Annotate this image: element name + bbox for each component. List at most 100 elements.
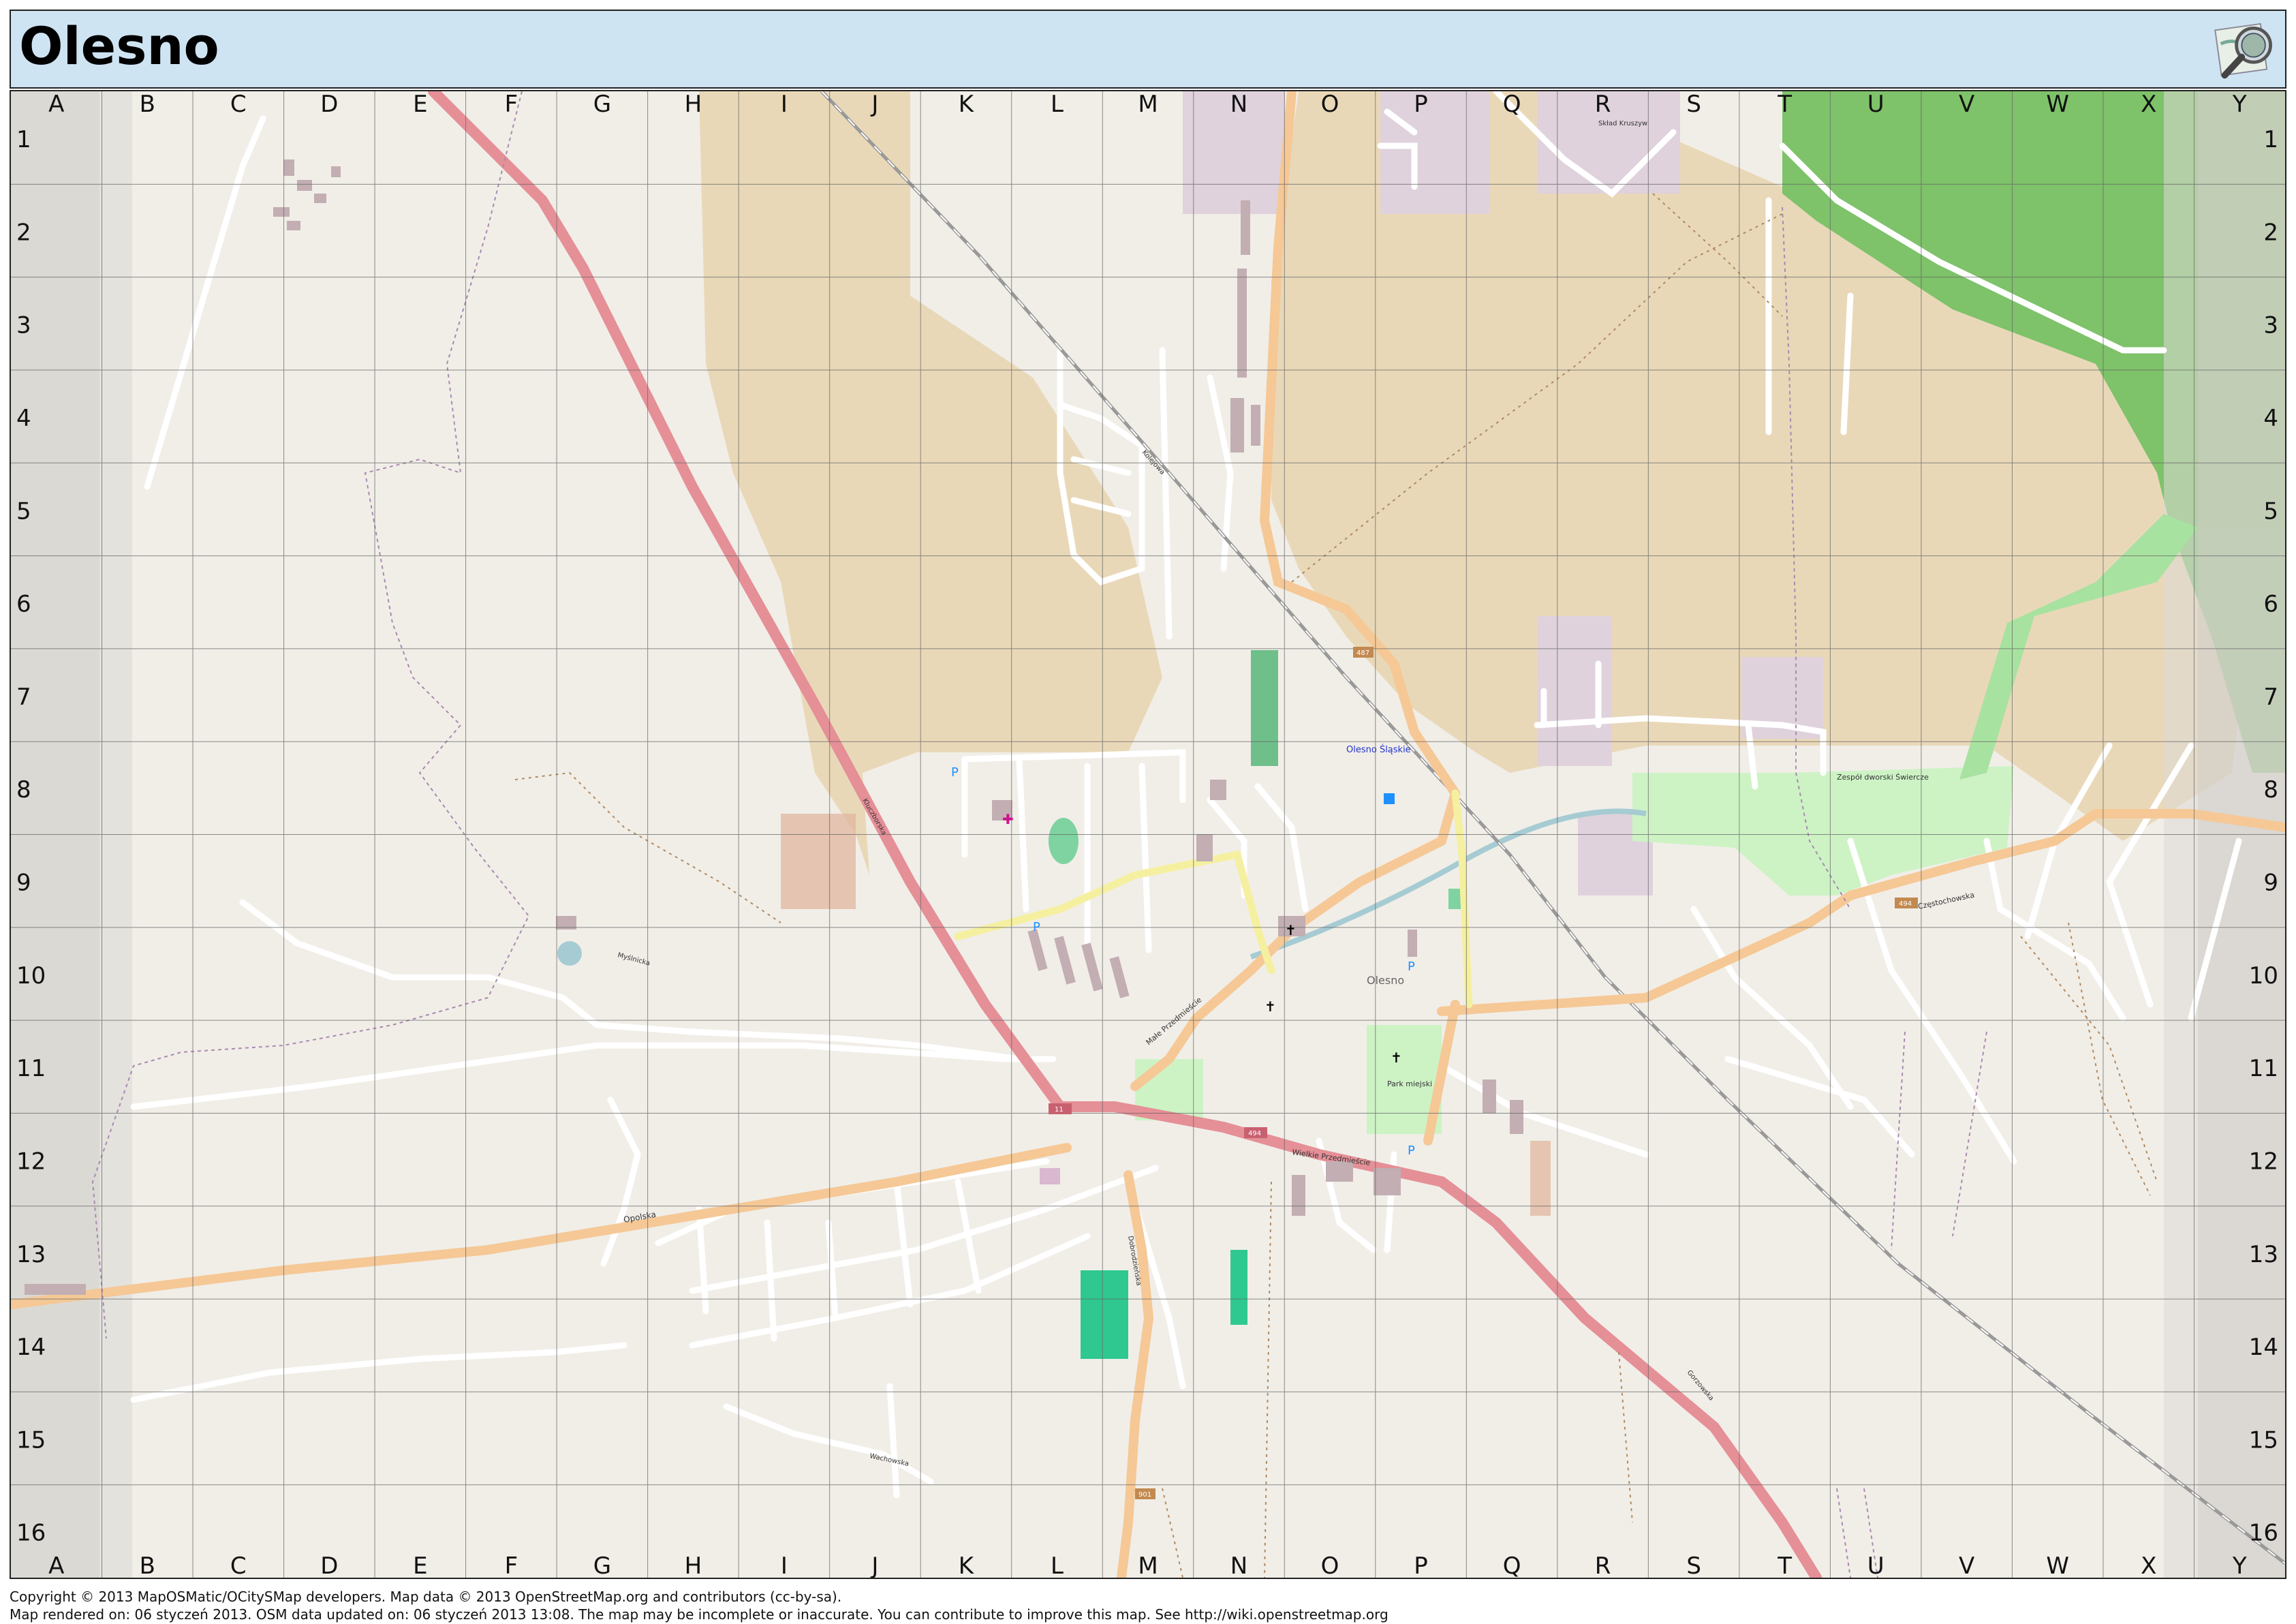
column-label-top: H: [685, 91, 702, 118]
row-label-left: 14: [16, 1334, 46, 1361]
row-label-left: 9: [16, 870, 31, 897]
column-label-bottom: G: [593, 1552, 611, 1578]
column-label-bottom: I: [781, 1552, 788, 1578]
row-label-right: 12: [2249, 1148, 2278, 1175]
row-label-right: 14: [2249, 1334, 2278, 1361]
shield-road-487: 487: [1356, 649, 1369, 657]
row-label-left: 5: [16, 497, 31, 525]
column-label-top: L: [1051, 91, 1064, 118]
row-label-left: 7: [16, 684, 31, 711]
map-header: Olesno: [10, 10, 2286, 89]
row-label-right: 8: [2263, 776, 2278, 803]
column-label-top: I: [781, 91, 788, 118]
column-label-bottom: W: [2046, 1552, 2069, 1578]
column-label-top: B: [140, 91, 155, 118]
row-label-right: 16: [2249, 1520, 2278, 1547]
column-label-bottom: O: [1321, 1552, 1339, 1578]
column-label-bottom: J: [870, 1552, 878, 1578]
column-label-bottom: D: [320, 1552, 338, 1578]
column-label-top: T: [1777, 91, 1792, 118]
column-label-bottom: E: [413, 1552, 427, 1578]
map-canvas[interactable]: A A B B C C D D E E F F G G H H I I J J K K L L M M N N O O P P Q Q R R S S T T…: [10, 90, 2286, 1579]
column-label-bottom: K: [959, 1552, 975, 1578]
map-title: Olesno: [19, 16, 219, 76]
row-label-left: 1: [16, 126, 31, 153]
column-label-top: S: [1686, 91, 1701, 118]
row-label-left: 11: [16, 1055, 46, 1082]
row-label-left: 15: [16, 1426, 46, 1454]
parking-icon: P: [1033, 920, 1040, 934]
row-label-right: 7: [2263, 684, 2278, 711]
row-label-left: 6: [16, 591, 31, 618]
column-label-bottom: N: [1230, 1552, 1247, 1578]
render-info-line: Map rendered on: 06 styczeń 2013. OSM da…: [10, 1606, 1389, 1623]
label-myslnicka: Myślnicka: [617, 951, 651, 967]
column-label-top: V: [1959, 91, 1974, 118]
shield-road-11: 11: [1055, 1106, 1064, 1114]
column-label-bottom: P: [1414, 1552, 1428, 1578]
column-label-top: U: [1867, 91, 1884, 118]
church-icon: ✝: [1391, 1050, 1402, 1066]
shield-road-494: 494: [1248, 1130, 1261, 1137]
church-icon: ✝: [1265, 998, 1276, 1015]
column-label-bottom: Y: [2232, 1552, 2247, 1578]
column-label-top: E: [413, 91, 427, 118]
parking-icon: P: [1408, 1144, 1415, 1158]
column-label-top: R: [1595, 91, 1611, 118]
parking-icon: P: [1408, 960, 1415, 974]
label-gorzowska: Gorzowska: [1686, 1369, 1715, 1403]
row-label-right: 1: [2263, 126, 2278, 153]
column-label-top: D: [320, 91, 338, 118]
label-storage: Skład Kruszyw: [1598, 120, 1647, 127]
row-label-right: 9: [2263, 870, 2278, 897]
row-label-left: 8: [16, 776, 31, 803]
row-label-right: 10: [2249, 962, 2278, 990]
row-label-left: 10: [16, 962, 46, 990]
label-station: Olesno Śląskie: [1346, 744, 1411, 755]
row-label-right: 15: [2249, 1426, 2278, 1454]
row-label-right: 11: [2249, 1055, 2278, 1082]
row-label-right: 4: [2263, 405, 2278, 432]
label-manor: Zespół dworski Świercze: [1837, 773, 1929, 782]
map-magnifier-icon: [2214, 22, 2272, 79]
column-label-bottom: B: [140, 1552, 155, 1578]
row-label-left: 3: [16, 312, 31, 339]
row-label-right: 3: [2263, 312, 2278, 339]
column-label-bottom: T: [1777, 1552, 1792, 1578]
church-icon: ✝: [1285, 922, 1297, 938]
row-label-right: 13: [2249, 1241, 2278, 1268]
row-label-left: 12: [16, 1148, 46, 1175]
label-park: Park miejski: [1387, 1079, 1432, 1088]
column-label-top: O: [1321, 91, 1339, 118]
column-label-top: C: [230, 91, 247, 118]
column-label-bottom: L: [1051, 1552, 1064, 1578]
hospital-icon: ✚: [1002, 811, 1014, 827]
column-label-bottom: X: [2141, 1552, 2156, 1578]
label-czestochowska: Częstochowska: [1917, 891, 1975, 911]
column-label-top: K: [959, 91, 975, 118]
row-label-left: 2: [16, 219, 31, 246]
row-label-left: 13: [16, 1241, 46, 1268]
row-label-right: 6: [2263, 591, 2278, 618]
column-label-bottom: F: [505, 1552, 518, 1578]
column-label-bottom: M: [1138, 1552, 1158, 1578]
shield-road-494-east: 494: [1899, 900, 1912, 908]
row-label-right: 2: [2263, 219, 2278, 246]
column-label-bottom: A: [48, 1552, 64, 1578]
column-label-top: X: [2141, 91, 2156, 118]
parking-icon: P: [951, 765, 959, 780]
column-label-top: J: [870, 91, 878, 118]
column-label-top: F: [505, 91, 518, 118]
row-label-left: 4: [16, 405, 31, 432]
column-label-bottom: C: [230, 1552, 247, 1578]
column-label-bottom: H: [685, 1552, 702, 1578]
bus-stop-icon: [1384, 793, 1395, 804]
column-label-top: Q: [1503, 91, 1521, 118]
column-label-bottom: U: [1867, 1552, 1884, 1578]
column-label-top: N: [1230, 91, 1247, 118]
row-label-right: 5: [2263, 497, 2278, 525]
column-label-top: A: [48, 91, 64, 118]
column-label-bottom: S: [1686, 1552, 1701, 1578]
column-label-bottom: R: [1595, 1552, 1611, 1578]
column-label-bottom: V: [1959, 1552, 1974, 1578]
